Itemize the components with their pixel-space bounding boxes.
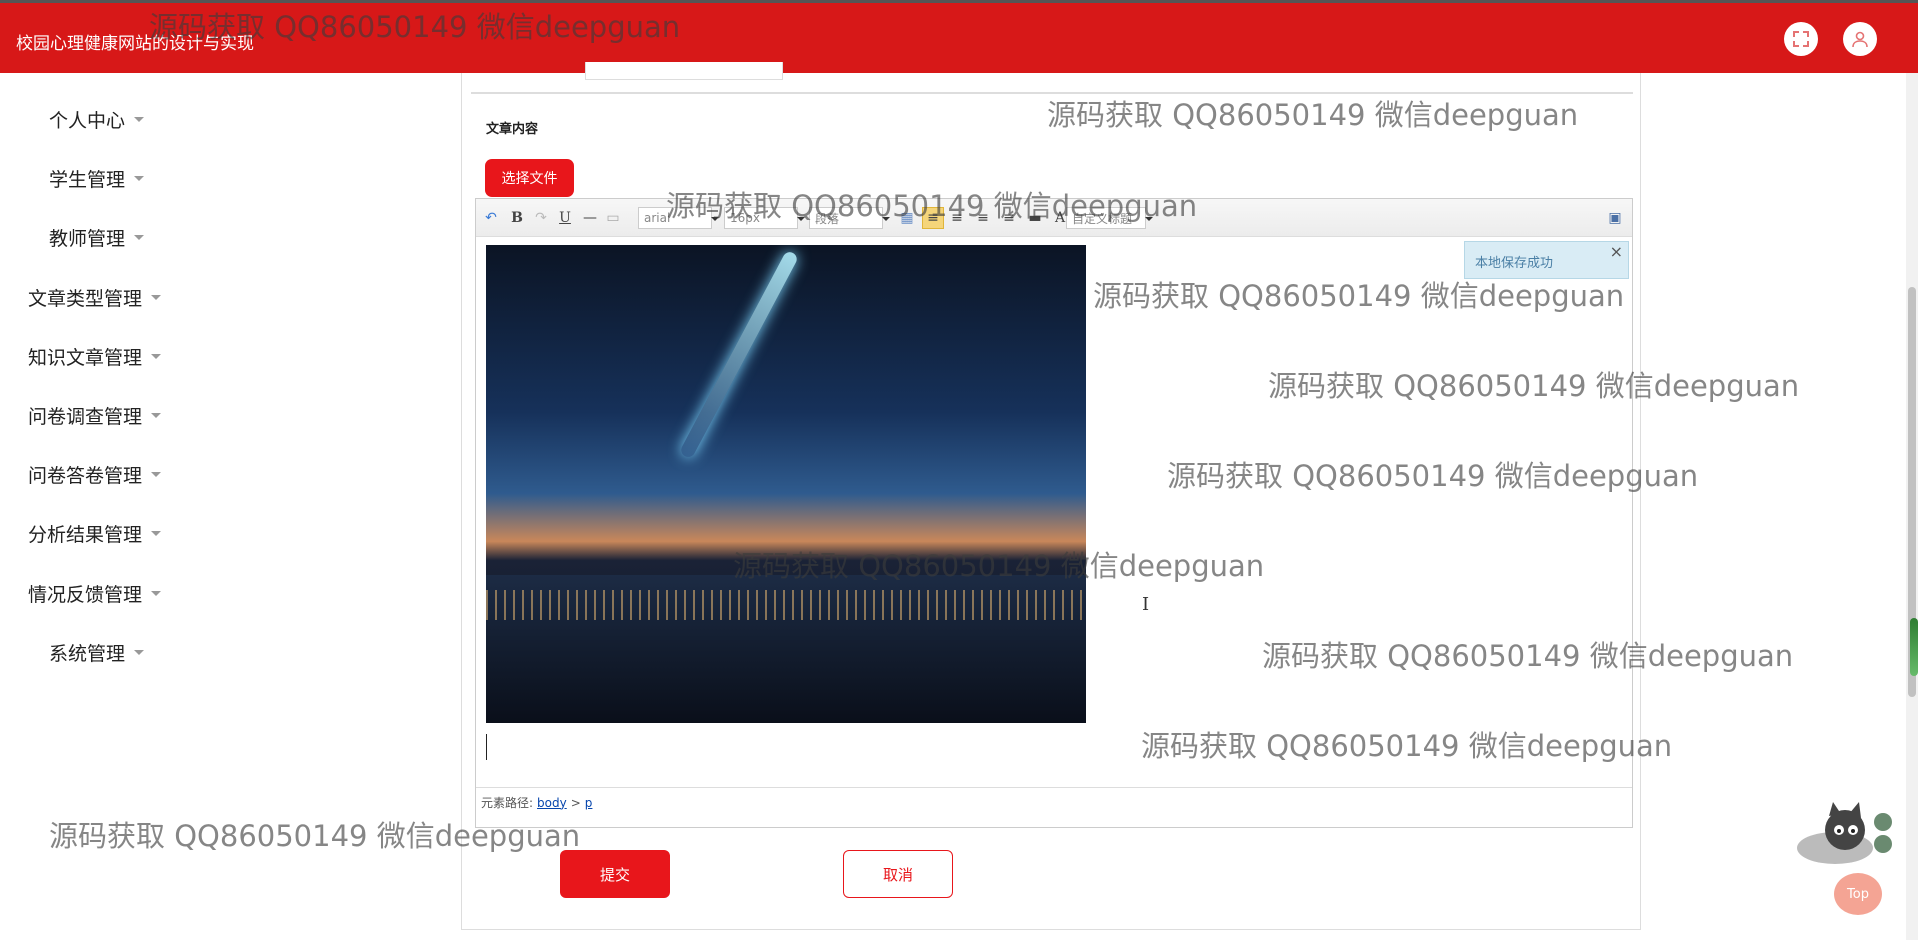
chevron-down-icon bbox=[151, 354, 162, 359]
undo-icon[interactable]: ↶ bbox=[482, 207, 500, 229]
editor-statusbar: 元素路径: body > p bbox=[476, 787, 1632, 817]
font-family-select[interactable]: arial bbox=[638, 207, 719, 229]
sidebar-item-label: 学生管理 bbox=[49, 169, 126, 191]
underline-icon[interactable]: U bbox=[556, 207, 574, 229]
mouse-cursor: I bbox=[1142, 594, 1150, 615]
sidebar-item-analysis-results[interactable]: 分析结果管理 bbox=[28, 520, 162, 547]
sidebar-item-teachers[interactable]: 教师管理 bbox=[49, 224, 145, 251]
image-icon[interactable]: ▬ bbox=[1026, 207, 1044, 229]
custom-heading-select[interactable]: 自定义标题 bbox=[1066, 207, 1153, 229]
chevron-down-icon bbox=[134, 176, 145, 181]
user-icon[interactable] bbox=[1843, 22, 1877, 56]
article-image bbox=[486, 245, 1086, 723]
chevron-down-icon bbox=[151, 591, 162, 596]
sidebar-item-system[interactable]: 系统管理 bbox=[49, 639, 145, 666]
text-cursor bbox=[486, 734, 487, 760]
fullscreen-icon[interactable] bbox=[1784, 22, 1818, 56]
paragraph-select[interactable]: 段落 bbox=[809, 207, 890, 229]
close-icon[interactable]: × bbox=[1610, 242, 1623, 261]
bold-icon[interactable]: B bbox=[508, 207, 526, 229]
cat-mascot-icon bbox=[1797, 802, 1892, 864]
element-path-label: 元素路径: bbox=[481, 796, 534, 810]
chevron-down-icon bbox=[151, 472, 162, 477]
sidebar-item-label: 文章类型管理 bbox=[28, 288, 143, 310]
sidebar-item-label: 教师管理 bbox=[49, 228, 126, 250]
sidebar-item-personal-center[interactable]: 个人中心 bbox=[49, 106, 145, 133]
chevron-down-icon bbox=[134, 650, 145, 655]
sidebar-item-article-types[interactable]: 文章类型管理 bbox=[28, 284, 162, 311]
cancel-button[interactable]: 取消 bbox=[843, 850, 953, 898]
app-title: 校园心理健康网站的设计与实现 bbox=[16, 34, 254, 54]
choose-file-button[interactable]: 选择文件 bbox=[485, 159, 574, 197]
element-path-separator: > bbox=[570, 795, 581, 810]
sidebar-item-label: 分析结果管理 bbox=[28, 524, 143, 546]
save-toast: 本地保存成功 × bbox=[1464, 241, 1629, 279]
toast-message: 本地保存成功 bbox=[1475, 256, 1554, 271]
align-justify-icon[interactable]: ≡ bbox=[1000, 207, 1018, 229]
chevron-down-icon bbox=[151, 531, 162, 536]
sidebar: 个人中心 学生管理 教师管理 文章类型管理 知识文章管理 问卷调查管理 问卷答卷… bbox=[0, 73, 460, 940]
align-center-icon[interactable]: ≡ bbox=[948, 207, 966, 229]
chevron-down-icon bbox=[134, 117, 145, 122]
sidebar-item-label: 系统管理 bbox=[49, 643, 126, 665]
sidebar-item-surveys[interactable]: 问卷调查管理 bbox=[28, 402, 162, 429]
sidebar-item-knowledge-articles[interactable]: 知识文章管理 bbox=[28, 343, 162, 370]
sidebar-item-students[interactable]: 学生管理 bbox=[49, 165, 145, 192]
back-to-top-button[interactable]: Top bbox=[1834, 873, 1882, 915]
sidebar-item-label: 个人中心 bbox=[49, 110, 126, 132]
editor-toolbar: ↶ B ↷ U — ▭ arial 16px 段落 ▦ ≡ ≡ ≡ ≡ ▬ A … bbox=[476, 199, 1632, 237]
align-right-icon[interactable]: ≡ bbox=[974, 207, 992, 229]
page-icon[interactable]: ▭ bbox=[604, 207, 622, 229]
sidebar-item-label: 情况反馈管理 bbox=[28, 584, 143, 606]
font-size-select[interactable]: 16px bbox=[724, 207, 805, 229]
submit-button[interactable]: 提交 bbox=[560, 850, 670, 898]
chevron-down-icon bbox=[151, 295, 162, 300]
previous-field-input[interactable] bbox=[585, 62, 783, 80]
scroll-indicator bbox=[1910, 618, 1918, 676]
horizontal-rule-icon[interactable]: — bbox=[580, 207, 600, 229]
redo-icon[interactable]: ↷ bbox=[532, 207, 550, 229]
divider bbox=[471, 92, 1633, 94]
fullscreen-editor-icon[interactable]: ▣ bbox=[1606, 207, 1624, 229]
sidebar-item-survey-answers[interactable]: 问卷答卷管理 bbox=[28, 461, 162, 488]
chevron-down-icon bbox=[134, 235, 145, 240]
sidebar-item-label: 问卷调查管理 bbox=[28, 406, 143, 428]
sidebar-item-label: 知识文章管理 bbox=[28, 347, 143, 369]
city-lights bbox=[486, 590, 1086, 620]
element-path-body-link[interactable]: body bbox=[537, 796, 567, 810]
top-bar: 校园心理健康网站的设计与实现 bbox=[0, 0, 1918, 73]
comet-trail bbox=[678, 249, 800, 460]
rich-text-editor[interactable]: ↶ B ↷ U — ▭ arial 16px 段落 ▦ ≡ ≡ ≡ ≡ ▬ A … bbox=[475, 198, 1633, 828]
sidebar-item-label: 问卷答卷管理 bbox=[28, 465, 143, 487]
chevron-down-icon bbox=[151, 413, 162, 418]
page-scrollbar[interactable] bbox=[1906, 73, 1918, 940]
table-icon[interactable]: ▦ bbox=[898, 207, 916, 229]
content-label: 文章内容 bbox=[486, 122, 539, 137]
align-left-icon[interactable]: ≡ bbox=[922, 207, 944, 229]
element-path-p-link[interactable]: p bbox=[585, 796, 593, 810]
sidebar-item-feedback[interactable]: 情况反馈管理 bbox=[28, 580, 162, 607]
